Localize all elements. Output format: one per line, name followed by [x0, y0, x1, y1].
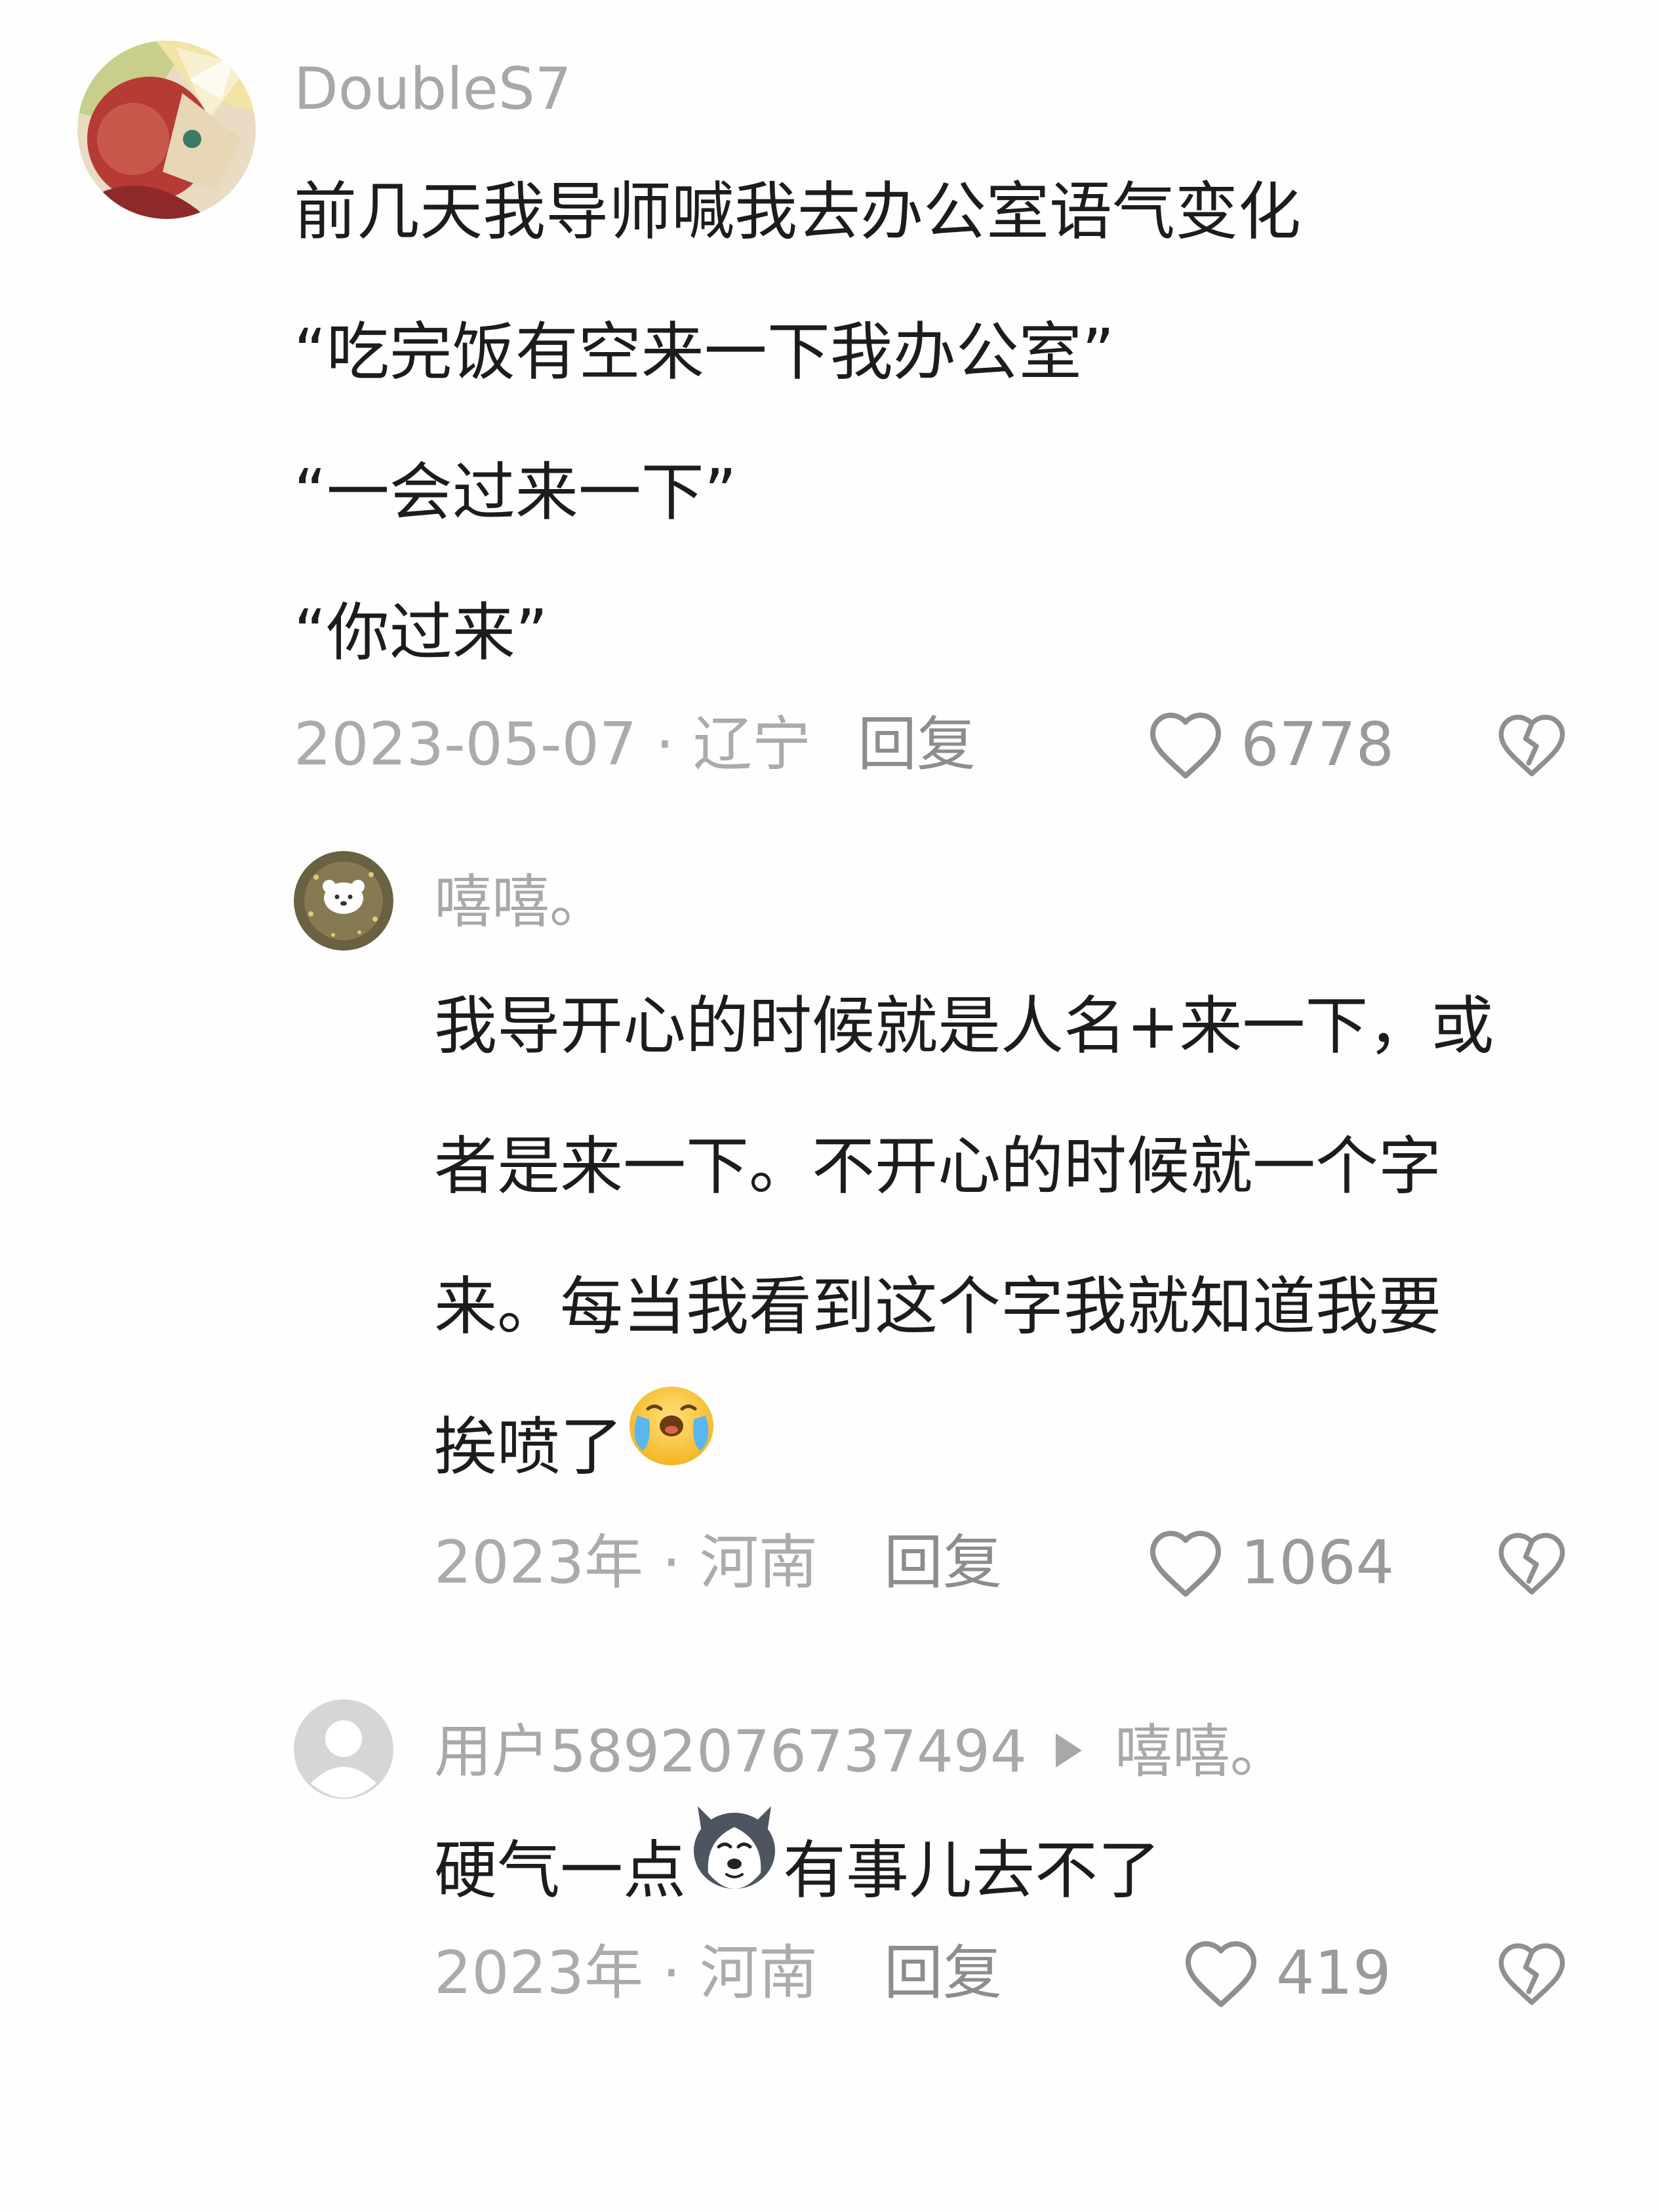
like-button[interactable]: 6778: [1146, 705, 1394, 784]
comment-line: “你过来”: [294, 596, 548, 669]
date-location: 2023年 · 河南: [434, 1939, 818, 2007]
crying-face-icon: [630, 1386, 713, 1465]
comment-text-fragment: 有事儿去不了: [783, 1834, 1161, 1907]
comment-meta: 2023-05-07 · 辽宁 回复 6778: [294, 705, 1605, 784]
like-count: 419: [1276, 1938, 1391, 2008]
date-location: 2023年 · 河南: [434, 1528, 818, 1597]
comment-line: 者是来一下。不开心的时候就一个字: [434, 1130, 1441, 1203]
heart-outline-icon: [1150, 713, 1221, 779]
comment-thread: DoubleS7 前几天我导师喊我去办公室语气变化 “吃完饭有空来一下我办公室”…: [0, 0, 1659, 2212]
comment-text: 硬气一点 有事儿去不了: [434, 1800, 1161, 1945]
comment-meta: 2023年 · 河南 回复 419: [434, 1934, 1614, 2013]
like-count: 1064: [1241, 1528, 1395, 1598]
reply-button[interactable]: 回复: [884, 1934, 1002, 2013]
comment-author[interactable]: 嘻嘻。: [434, 873, 607, 931]
comment-text-fragment: 挨喷了: [434, 1410, 623, 1484]
husky-dog-emoji: [686, 1801, 783, 1941]
avatar[interactable]: [294, 851, 393, 951]
comment-line: “一会过来一下”: [294, 456, 737, 529]
comment-text-fragment: 硬气一点: [434, 1834, 686, 1907]
avatar[interactable]: [77, 41, 256, 219]
comment-text: 前几天我导师喊我去办公室语气变化 “吃完饭有空来一下我办公室” “一会过来一下”…: [294, 142, 1301, 703]
reply-to-author[interactable]: 嘻嘻。: [1115, 1718, 1288, 1785]
dislike-button[interactable]: [1495, 1524, 1569, 1602]
broken-heart-icon: [1498, 715, 1565, 777]
broken-heart-icon: [1498, 1943, 1565, 2005]
avatar[interactable]: [294, 1699, 393, 1799]
crying-face-emoji: [623, 1377, 720, 1518]
date-location: 2023-05-07 · 辽宁: [294, 710, 811, 779]
like-count: 6778: [1241, 709, 1395, 780]
reply-item: 嘻嘻。 我导开心的时候就是人名+来一下，或 者是来一下。不开心的时候就一个字 来…: [0, 820, 1659, 1659]
reply-button[interactable]: 回复: [884, 1524, 1002, 1602]
comment-author[interactable]: DoubleS7: [294, 60, 572, 118]
comment-line: 来。每当我看到这个字我就知道我要: [434, 1270, 1441, 1343]
bear-avatar-image: [294, 851, 393, 951]
comment-line: “吃完饭有空来一下我办公室”: [294, 315, 1115, 389]
heart-outline-icon: [1150, 1531, 1221, 1597]
like-button[interactable]: 419: [1182, 1934, 1391, 2013]
husky-dog-icon: [694, 1806, 775, 1889]
anime-avatar-image: [77, 41, 256, 219]
reply-header: 用户5892076737494 嘻嘻。: [434, 1723, 1288, 1781]
reply-button[interactable]: 回复: [858, 705, 976, 784]
heart-outline-icon: [1186, 1941, 1256, 2007]
default-user-avatar-icon: [294, 1699, 393, 1799]
broken-heart-icon: [1498, 1533, 1565, 1595]
play-triangle-icon: [1055, 1733, 1082, 1768]
comment-author[interactable]: 用户5892076737494: [434, 1718, 1027, 1785]
dislike-button[interactable]: [1495, 705, 1569, 784]
comment-text: 我导开心的时候就是人名+来一下，或 者是来一下。不开心的时候就一个字 来。每当我…: [434, 956, 1494, 1522]
comment-line: 挨喷了: [434, 1377, 1494, 1522]
comment-item: DoubleS7 前几天我导师喊我去办公室语气变化 “吃完饭有空来一下我办公室”…: [0, 0, 1659, 820]
comment-line: 我导开心的时候就是人名+来一下，或: [434, 989, 1494, 1063]
dislike-button[interactable]: [1495, 1934, 1569, 2013]
reply-item: 用户5892076737494 嘻嘻。 硬气一点 有事儿去不了 2023年 · 河…: [0, 1659, 1659, 2212]
like-button[interactable]: 1064: [1146, 1524, 1394, 1602]
comment-meta: 2023年 · 河南 回复 1064: [434, 1524, 1614, 1602]
comment-line: 硬气一点 有事儿去不了: [434, 1800, 1161, 1945]
comment-line: 前几天我导师喊我去办公室语气变化: [294, 175, 1301, 248]
